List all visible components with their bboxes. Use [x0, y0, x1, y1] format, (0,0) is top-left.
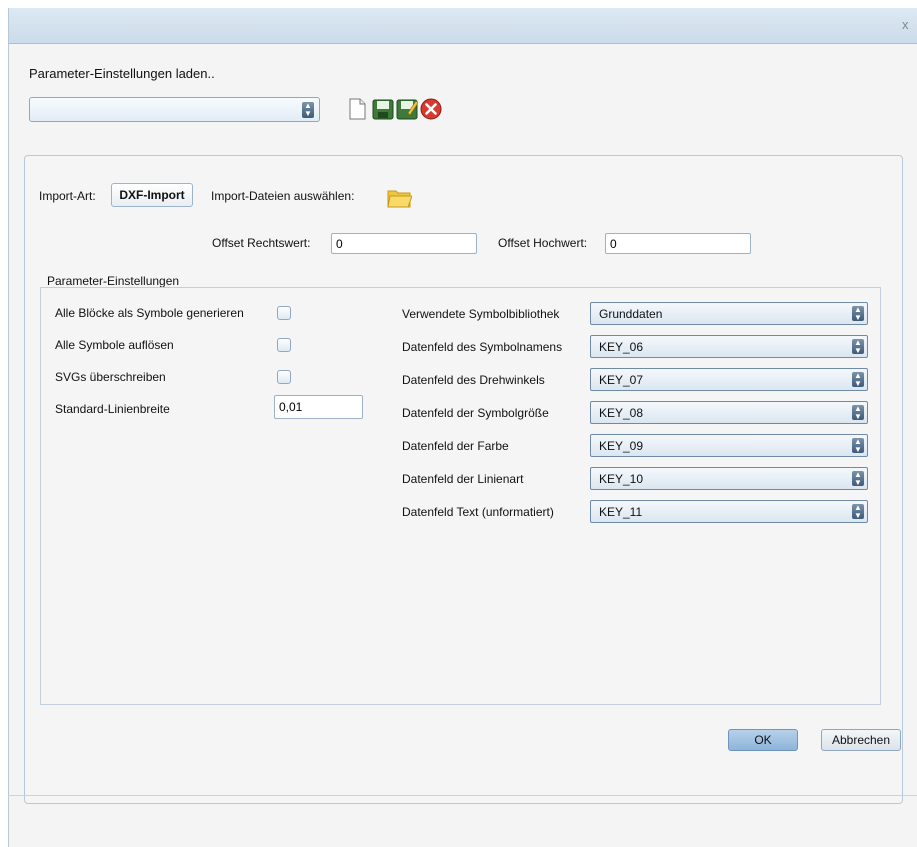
color-field-label: Datenfeld der Farbe — [402, 439, 509, 453]
symbol-library-select[interactable]: Grunddaten ▲ ▼ — [590, 302, 868, 325]
symbol-library-label: Verwendete Symbolbibliothek — [402, 307, 560, 321]
parameter-group-label: Parameter-Einstellungen — [47, 274, 180, 288]
new-file-icon[interactable] — [346, 97, 368, 121]
offset-high-label: Offset Hochwert: — [498, 236, 588, 250]
save-as-icon[interactable] — [396, 97, 418, 121]
symbol-size-field-select[interactable]: KEY_08 ▲ ▼ — [590, 401, 868, 424]
footer-divider — [8, 795, 917, 796]
settings-select[interactable]: ▲ ▼ — [29, 97, 320, 122]
symbol-name-field-value: KEY_06 — [599, 340, 644, 354]
linetype-field-select[interactable]: KEY_10 ▲ ▼ — [590, 467, 868, 490]
text-field-label: Datenfeld Text (unformatiert) — [402, 505, 554, 519]
load-settings-label: Parameter-Einstellungen laden.. — [29, 66, 215, 81]
folder-icon[interactable] — [386, 187, 412, 209]
offset-right-label: Offset Rechtswert: — [212, 236, 311, 250]
offset-high-input[interactable] — [605, 233, 751, 254]
import-files-label: Import-Dateien auswählen: — [211, 189, 355, 203]
resolve-symbols-label: Alle Symbole auflösen — [55, 338, 174, 352]
generate-blocks-checkbox[interactable] — [277, 306, 291, 320]
close-icon[interactable]: x — [902, 18, 914, 31]
chevron-updown-icon: ▲ ▼ — [852, 306, 864, 322]
symbol-size-field-label: Datenfeld der Symbolgröße — [402, 406, 549, 420]
dxf-import-button[interactable]: DXF-Import — [111, 183, 193, 207]
save-icon[interactable] — [372, 97, 394, 121]
rotation-field-label: Datenfeld des Drehwinkels — [402, 373, 545, 387]
chevron-updown-icon: ▲ ▼ — [852, 471, 864, 487]
chevron-updown-icon: ▲ ▼ — [852, 405, 864, 421]
symbol-size-field-value: KEY_08 — [599, 406, 644, 420]
chevron-updown-icon: ▲ ▼ — [852, 339, 864, 355]
cancel-button[interactable]: Abbrechen — [821, 729, 901, 751]
chevron-updown-icon: ▲ ▼ — [302, 102, 314, 118]
rotation-field-select[interactable]: KEY_07 ▲ ▼ — [590, 368, 868, 391]
color-field-value: KEY_09 — [599, 439, 644, 453]
symbol-name-field-label: Datenfeld des Symbolnamens — [402, 340, 563, 354]
text-field-select[interactable]: KEY_11 ▲ ▼ — [590, 500, 868, 523]
rotation-field-value: KEY_07 — [599, 373, 644, 387]
delete-icon[interactable] — [420, 97, 442, 121]
chevron-updown-icon: ▲ ▼ — [852, 372, 864, 388]
ok-button[interactable]: OK — [728, 729, 798, 751]
resolve-symbols-checkbox[interactable] — [277, 338, 291, 352]
chevron-updown-icon: ▲ ▼ — [852, 504, 864, 520]
symbol-name-field-select[interactable]: KEY_06 ▲ ▼ — [590, 335, 868, 358]
color-field-select[interactable]: KEY_09 ▲ ▼ — [590, 434, 868, 457]
offset-right-input[interactable] — [331, 233, 477, 254]
overwrite-svgs-checkbox[interactable] — [277, 370, 291, 384]
import-type-label: Import-Art: — [39, 189, 96, 203]
chevron-updown-icon: ▲ ▼ — [852, 438, 864, 454]
line-width-label: Standard-Linienbreite — [55, 402, 170, 416]
text-field-value: KEY_11 — [599, 505, 643, 519]
title-bar: x — [9, 8, 917, 44]
linetype-field-value: KEY_10 — [599, 472, 644, 486]
overwrite-svgs-label: SVGs überschreiben — [55, 370, 166, 384]
line-width-input[interactable] — [274, 395, 363, 419]
generate-blocks-label: Alle Blöcke als Symbole generieren — [55, 306, 244, 320]
linetype-field-label: Datenfeld der Linienart — [402, 472, 524, 486]
symbol-library-value: Grunddaten — [599, 307, 663, 321]
